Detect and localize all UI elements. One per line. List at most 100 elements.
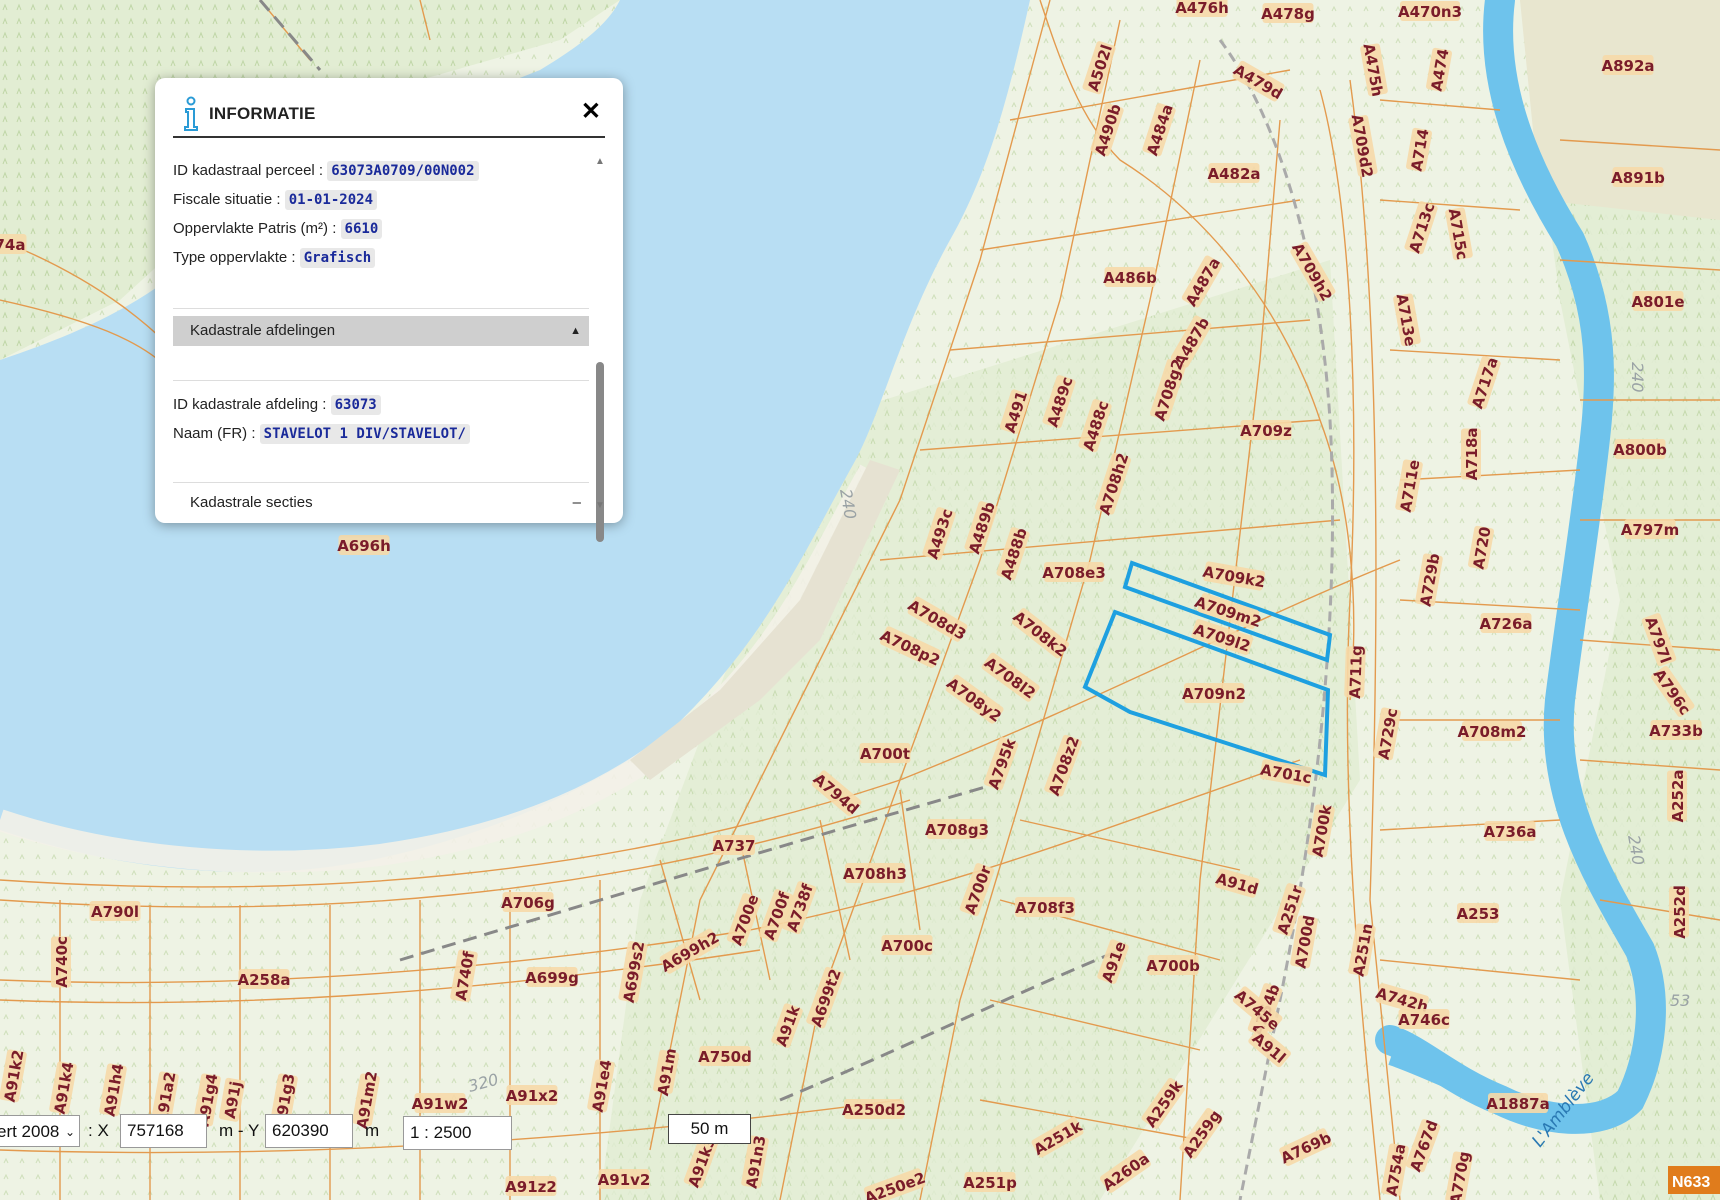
scroll-up-icon[interactable]: ▲ (595, 156, 605, 167)
scrollbar[interactable]: ▲ ▼ (593, 156, 607, 542)
panel-title: INFORMATIE (209, 104, 316, 123)
parcel-label[interactable]: A91x2 (506, 1085, 559, 1105)
parcel-label[interactable]: A253 (1457, 903, 1500, 923)
section-header-kadastrale-secties[interactable]: Kadastrale secties – (173, 488, 589, 511)
parcel-label-text: A91z2 (505, 1178, 557, 1196)
parcel-label[interactable]: A251p (963, 1172, 1017, 1192)
basemap-select[interactable]: ert 2008 ⌄ (0, 1115, 80, 1147)
field-row: ID kadastrale afdeling : 63073 (173, 390, 470, 419)
parcel-label[interactable]: A700b (1146, 955, 1200, 975)
parcel-label[interactable]: A726a (1479, 613, 1533, 633)
parcel-label[interactable]: A718a (1461, 427, 1481, 481)
parcel-label[interactable]: A733b (1649, 720, 1703, 740)
parcel-label[interactable]: A708f3 (1015, 897, 1075, 917)
basemap-select-value: ert 2008 (0, 1122, 60, 1141)
collapse-icon[interactable]: ▲ (570, 316, 581, 346)
section-title: Kadastrale afdelingen (190, 322, 336, 339)
scroll-thumb[interactable] (596, 362, 604, 542)
scale-input[interactable]: 1 : 2500 (403, 1116, 512, 1150)
parcel-label[interactable]: A91v2 (598, 1169, 651, 1189)
parcel-label[interactable]: A700t (859, 743, 911, 763)
field-label: Fiscale situatie : (173, 191, 285, 208)
expand-icon[interactable]: – (573, 488, 581, 511)
x-coordinate-input[interactable]: 757168 (120, 1114, 207, 1148)
parcel-label-text: A706g (501, 894, 555, 912)
field-value: 6610 (340, 219, 383, 239)
parcel-label[interactable]: A708g3 (925, 819, 989, 839)
info-icon (184, 96, 198, 131)
parcel-label-text: A790l (91, 903, 139, 921)
parcel-label[interactable]: A709z (1240, 420, 1292, 440)
panel-header: INFORMATIE ✕ (173, 92, 605, 138)
parcel-label[interactable]: A750d (698, 1046, 752, 1066)
parcel-label[interactable]: A252a (1667, 769, 1687, 823)
close-button[interactable]: ✕ (581, 98, 601, 126)
divider (173, 380, 589, 381)
parcel-label-text: A708m2 (1458, 723, 1527, 741)
parcel-label[interactable]: A708e3 (1042, 562, 1106, 582)
parcel-label-text: A708h3 (843, 865, 907, 883)
section-header-kadastrale-afdelingen[interactable]: Kadastrale afdelingen ▲ (173, 316, 589, 346)
parcel-label[interactable]: A1887a (1486, 1093, 1550, 1113)
parcel-label[interactable]: A736a (1483, 821, 1537, 841)
parcel-label[interactable]: A700c (881, 935, 933, 955)
parcel-label[interactable]: A892a (1601, 55, 1655, 75)
parcel-label[interactable]: A801e (1631, 291, 1685, 311)
parcel-label[interactable]: A699g (525, 967, 579, 987)
section-title: Kadastrale secties (190, 494, 313, 511)
parcel-label[interactable]: A482a (1207, 163, 1261, 183)
info-panel[interactable]: INFORMATIE ✕ ID kadastraal perceel : 630… (155, 78, 623, 542)
parcel-label-text: A797m (1621, 521, 1680, 539)
parcel-label-text: A696h (337, 537, 391, 555)
parcel-label[interactable]: A470n3 (1398, 1, 1462, 21)
parcel-label-text: A253 (1457, 905, 1500, 923)
parcel-label-text: A746c (1398, 1011, 1450, 1029)
parcel-label-text: A91x2 (506, 1087, 559, 1105)
parcel-label-text: 74a (0, 236, 26, 254)
parcel-label[interactable]: A790l (89, 901, 141, 921)
contour-label: 53 (1670, 991, 1690, 1010)
parcel-label-text: A700t (860, 745, 910, 763)
parcel-label-text: A708g3 (925, 821, 989, 839)
contour-label: 240 (1628, 362, 1647, 393)
parcel-label-text: A709n2 (1182, 685, 1246, 703)
parcel-label-text: A252a (1669, 769, 1687, 822)
parcel-label-text: A258a (237, 971, 290, 989)
parcel-label[interactable]: A696h (337, 535, 391, 555)
parcel-label[interactable]: A252d (1669, 885, 1689, 939)
parcel-label[interactable]: A711g (1344, 645, 1366, 699)
field-row: Fiscale situatie : 01-01-2024 (173, 185, 479, 214)
parcel-label[interactable]: A91z2 (505, 1176, 557, 1196)
parcel-label[interactable]: A737 (713, 835, 756, 855)
parcel-label[interactable]: A746c (1398, 1009, 1450, 1029)
parcel-label-text: A740c (53, 936, 71, 988)
parcel-label[interactable]: A91w2 (412, 1093, 469, 1113)
m-label: m (365, 1121, 380, 1140)
parcel-label[interactable]: A708h3 (843, 863, 907, 883)
parcel-label[interactable]: A250d2 (842, 1099, 906, 1119)
panel-body[interactable]: ID kadastraal perceel : 63073A0709/00N00… (173, 156, 593, 511)
scalebar: 50 m (668, 1114, 751, 1144)
parcel-label[interactable]: A258a (237, 969, 291, 989)
parcel-label[interactable]: A476h (1175, 0, 1229, 17)
parcel-label[interactable]: A891b (1611, 167, 1665, 187)
parcel-label[interactable]: A800b (1613, 439, 1667, 459)
parcel-label[interactable]: 74a (0, 234, 27, 254)
parcel-label-text: A801e (1631, 293, 1684, 311)
divider (173, 482, 589, 483)
parcel-label-text: A91w2 (412, 1095, 469, 1113)
parcel-label[interactable]: A708m2 (1458, 721, 1527, 741)
parcel-label[interactable]: A706g (501, 892, 555, 912)
parcel-label-text: A736a (1483, 823, 1536, 841)
parcel-label-text: A482a (1207, 165, 1260, 183)
parcel-label-text: A251p (963, 1174, 1017, 1192)
parcel-label-text: A726a (1479, 615, 1532, 633)
parcel-label[interactable]: A709n2 (1182, 683, 1246, 703)
parcel-label[interactable]: A486b (1103, 267, 1157, 287)
y-coordinate-input[interactable]: 620390 (265, 1114, 353, 1148)
parcel-label[interactable]: A478g (1261, 3, 1315, 23)
parcel-label[interactable]: A797m (1621, 519, 1680, 539)
parcel-label[interactable]: A740c (51, 936, 71, 988)
scroll-down-icon[interactable]: ▼ (595, 500, 605, 511)
field-value: 63073A0709/00N002 (327, 161, 479, 181)
